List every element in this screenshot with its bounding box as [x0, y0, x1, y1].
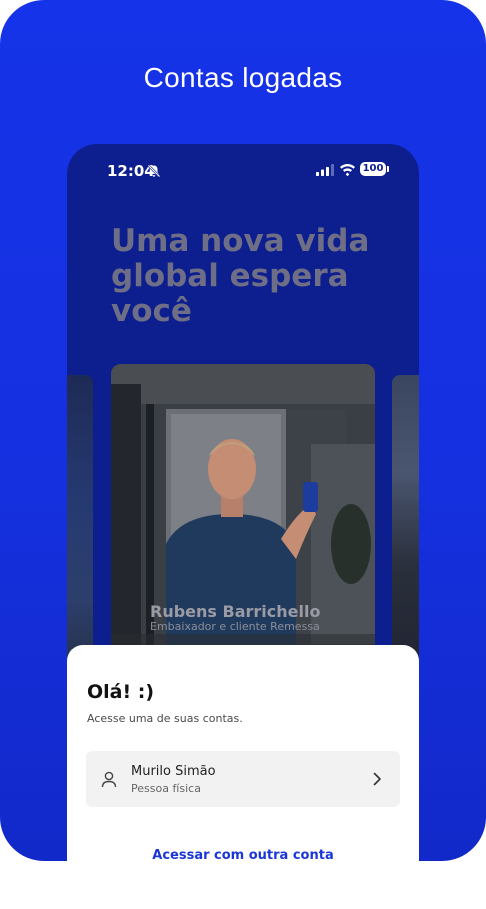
signal-icon: [316, 164, 334, 176]
ambassador-caption: Embaixador e cliente Remessa: [150, 620, 320, 633]
user-icon: [101, 771, 117, 788]
ambassador-photo-illustration: [111, 364, 375, 684]
wifi-icon: [340, 164, 355, 176]
bell-slash-icon: [147, 164, 161, 178]
accounts-sheet: Olá! :) Acesse uma de suas contas. Muril…: [67, 645, 419, 909]
account-name: Murilo Simão: [131, 764, 216, 779]
promo-title: Contas logadas: [143, 62, 343, 93]
battery-icon: 100: [360, 162, 389, 176]
ambassador-photo: Rubens Barrichello Embaixador e cliente …: [111, 364, 375, 684]
hero-headline: Uma nova vida global espera você: [111, 223, 370, 329]
account-item-murilo[interactable]: Murilo Simão Pessoa física: [86, 751, 400, 807]
status-bar: 12:04 100: [67, 160, 419, 182]
other-account-link[interactable]: Acessar com outra conta: [67, 848, 419, 863]
account-type: Pessoa física: [131, 782, 201, 795]
sheet-title: Olá! :): [87, 681, 155, 703]
sheet-subtitle: Acesse uma de suas contas.: [87, 712, 243, 725]
ambassador-name: Rubens Barrichello: [150, 602, 321, 621]
chevron-right-icon: [373, 772, 381, 786]
